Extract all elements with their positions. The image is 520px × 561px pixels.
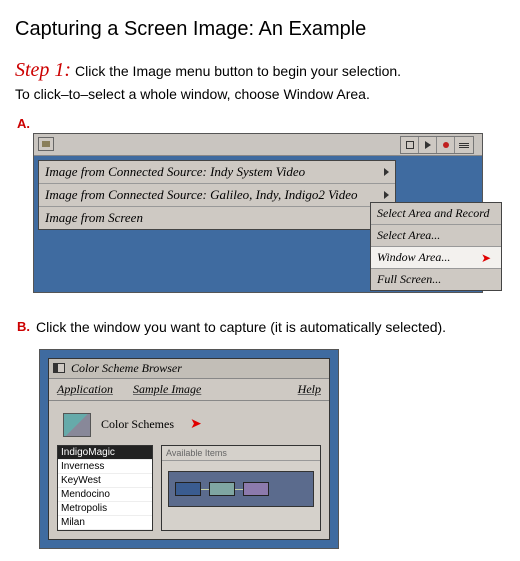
image-menu: Image from Connected Source: Indy System… [38, 160, 396, 230]
section-a-label: A. [17, 116, 505, 131]
list-item[interactable]: KeyWest [58, 474, 152, 488]
preview-block [209, 482, 235, 496]
submenu-item-window-area[interactable]: Window Area... ➤ [371, 247, 501, 269]
image-menu-button[interactable] [38, 137, 54, 151]
menu-button[interactable] [455, 137, 473, 153]
menu-item[interactable]: Image from Screen [39, 207, 395, 229]
menu-sample-image[interactable]: Sample Image [133, 382, 201, 397]
stop-button[interactable] [401, 137, 419, 153]
step-text-1: Click the Image menu button to begin you… [75, 63, 401, 79]
list-item[interactable]: Milan [58, 516, 152, 530]
chevron-right-icon [384, 168, 389, 176]
step-text-2: To click–to–select a whole window, choos… [15, 86, 505, 102]
preview-panel: Available Items [161, 445, 321, 531]
image-submenu: Select Area and Record Select Area... Wi… [370, 202, 502, 291]
menu-item-label: Image from Connected Source: Galileo, In… [45, 187, 358, 203]
window-title: Color Scheme Browser [71, 361, 182, 376]
scheme-preview [168, 471, 314, 507]
window-titlebar[interactable]: Color Scheme Browser [49, 359, 329, 379]
figure-a: Image from Connected Source: Indy System… [33, 133, 505, 293]
figure-b: Color Scheme Browser Application Sample … [39, 349, 505, 549]
submenu-item-label: Window Area... [377, 250, 450, 264]
list-item[interactable]: Metropolis [58, 502, 152, 516]
menu-item[interactable]: Image from Connected Source: Galileo, In… [39, 184, 395, 207]
step-line: Step 1: Click the Image menu button to b… [15, 59, 505, 82]
chevron-right-icon [384, 191, 389, 199]
toolbar-right [400, 136, 474, 154]
menu-help[interactable]: Help [298, 382, 321, 397]
page-title: Capturing a Screen Image: An Example [15, 18, 505, 41]
color-schemes-heading: Color Schemes [101, 417, 174, 432]
menu-item[interactable]: Image from Connected Source: Indy System… [39, 161, 395, 184]
color-schemes-icon [63, 413, 91, 437]
menu-item-label: Image from Screen [45, 210, 143, 226]
section-b-label: B. [17, 319, 30, 334]
list-item[interactable]: IndigoMagic [58, 446, 152, 460]
record-icon [443, 142, 449, 148]
submenu-item[interactable]: Select Area and Record [371, 203, 501, 225]
submenu-item[interactable]: Full Screen... [371, 269, 501, 290]
step-label: Step 1: [15, 59, 71, 81]
pointer-arrow-icon: ➤ [481, 251, 491, 266]
play-button[interactable] [419, 137, 437, 153]
section-b: B. Click the window you want to capture … [15, 319, 505, 549]
list-item[interactable]: Mendocino [58, 488, 152, 502]
section-b-text: Click the window you want to capture (it… [36, 319, 446, 337]
window-menu-icon[interactable] [53, 363, 65, 373]
color-scheme-browser-window[interactable]: Color Scheme Browser Application Sample … [48, 358, 330, 540]
window-menubar: Application Sample Image Help [49, 379, 329, 401]
play-icon [425, 141, 431, 149]
menu-application[interactable]: Application [57, 382, 113, 397]
submenu-item[interactable]: Select Area... [371, 225, 501, 247]
record-button[interactable] [437, 137, 455, 153]
toolbar [34, 134, 482, 156]
scheme-list[interactable]: IndigoMagic Inverness KeyWest Mendocino … [57, 445, 153, 531]
menu-item-label: Image from Connected Source: Indy System… [45, 164, 305, 180]
preview-block [243, 482, 269, 496]
pointer-arrow-icon: ➤ [190, 416, 202, 433]
list-item[interactable]: Inverness [58, 460, 152, 474]
square-icon [406, 141, 414, 149]
preview-block [175, 482, 201, 496]
window-body: Color Schemes ➤ IndigoMagic Inverness Ke… [49, 401, 329, 539]
preview-panel-label: Available Items [162, 446, 320, 461]
lines-icon [459, 143, 469, 148]
